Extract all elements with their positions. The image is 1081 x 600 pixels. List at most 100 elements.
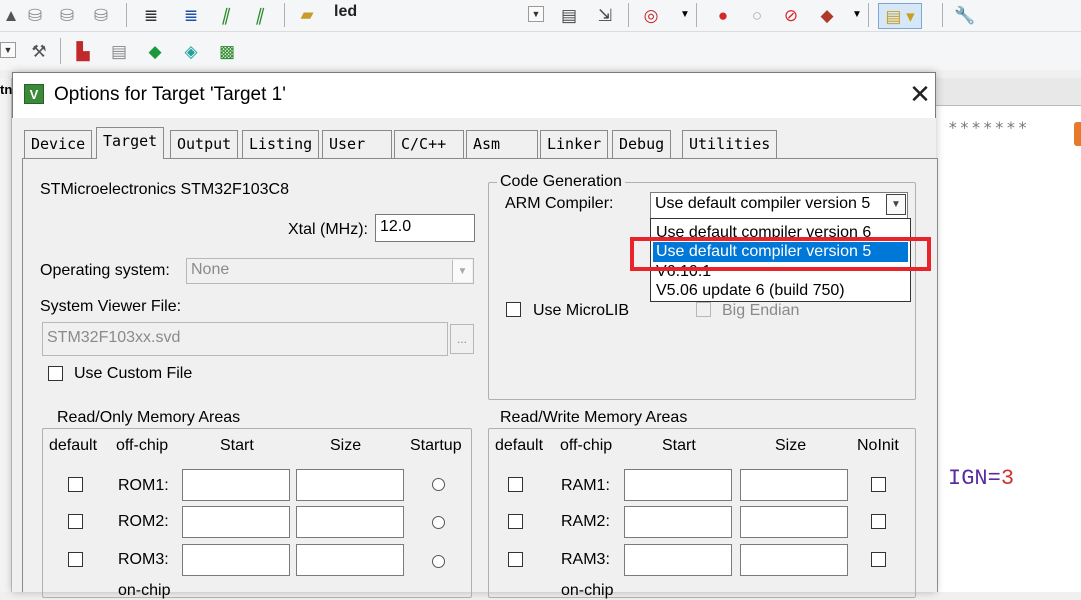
window-layout-button[interactable]: ▤ ▾ (878, 3, 922, 29)
pack-installer-icon[interactable]: ▤ (108, 40, 130, 62)
options-icon[interactable]: ⚒ (28, 40, 50, 62)
gem-icon[interactable]: ▩ (216, 40, 238, 62)
target-name: led (334, 3, 358, 20)
build-icon[interactable]: ⛁ (24, 4, 46, 26)
debug-icon[interactable]: ◎ (640, 4, 662, 26)
ram1-size-input[interactable] (740, 469, 848, 501)
manage-icon[interactable]: ▙ (72, 40, 94, 62)
orange-marker (1074, 122, 1081, 146)
rom2-start-input[interactable] (182, 506, 290, 538)
translate-icon[interactable]: ▲ (0, 4, 22, 26)
debug-dropdown-arrow[interactable]: ▼ (674, 4, 696, 26)
tab-debug[interactable]: Debug (612, 130, 672, 158)
rom2-default-checkbox[interactable] (68, 514, 83, 529)
secondary-toolbar: ▼ ⚒ ▙ ▤ ◆ ◈ ▩ (0, 32, 1081, 70)
editor-tab-bar (935, 78, 1081, 106)
rom3-startup-radio[interactable] (432, 555, 445, 568)
ram2-default-checkbox[interactable] (508, 514, 523, 529)
big-endian-checkbox[interactable] (696, 302, 711, 317)
comment-icon[interactable]: ∥ (214, 4, 236, 26)
breakpoint-dropdown-arrow[interactable]: ▼ (846, 4, 868, 26)
rw-header-default: default (495, 437, 544, 454)
ro-header-default: default (49, 437, 98, 454)
dropdown-option[interactable]: V5.06 update 6 (build 750) (653, 281, 908, 301)
code-generation-title: Code Generation (497, 173, 625, 191)
secondary-dropdown-arrow[interactable]: ▼ (0, 42, 16, 58)
toolbar-divider (126, 3, 127, 27)
arm-compiler-label: ARM Compiler: (505, 195, 614, 212)
tab-linker[interactable]: Linker (540, 130, 609, 158)
disable-breakpoint-icon[interactable]: ○ (746, 4, 768, 26)
target-dropdown-arrow[interactable]: ▼ (528, 6, 544, 22)
tab-asm[interactable]: Asm (466, 130, 538, 158)
tab-utilities[interactable]: Utilities (682, 130, 778, 158)
ro-header-offchip: off-chip (116, 437, 169, 454)
sysviewer-label: System Viewer File: (40, 298, 182, 315)
rom3-label: ROM3: (118, 551, 169, 568)
rom2-size-input[interactable] (296, 506, 404, 538)
toolbar-divider (696, 3, 697, 27)
ram1-default-checkbox[interactable] (508, 477, 523, 492)
browse-button[interactable]: ... (450, 324, 474, 354)
tab-target[interactable]: Target (96, 127, 165, 159)
arm-compiler-select[interactable]: Use default compiler version 5 ▼ (650, 192, 908, 219)
os-select-value: None (191, 261, 230, 278)
arm-compiler-value: Use default compiler version 5 (655, 195, 871, 212)
tab-device[interactable]: Device (24, 130, 93, 158)
use-microlib-checkbox[interactable] (506, 302, 521, 317)
clear-breakpoints-icon[interactable]: ⊘ (780, 4, 802, 26)
rom3-size-input[interactable] (296, 544, 404, 576)
rom1-default-checkbox[interactable] (68, 477, 83, 492)
ro-header-size: Size (330, 437, 362, 454)
tab-listing[interactable]: Listing (242, 130, 320, 158)
chevron-down-icon[interactable]: ▼ (452, 260, 472, 282)
uncomment-icon[interactable]: ∥ (248, 4, 270, 26)
ram2-size-input[interactable] (740, 506, 848, 538)
unindent-icon[interactable]: ≣ (180, 4, 202, 26)
rebuild-icon[interactable]: ⛁ (56, 4, 78, 26)
rw-header-noinit: NoInit (857, 437, 899, 454)
ro-header-startup: Startup (410, 437, 462, 454)
rom1-startup-radio[interactable] (432, 478, 445, 491)
breakpoint-icon[interactable]: ● (712, 4, 734, 26)
indent-icon[interactable]: ≣ (140, 4, 162, 26)
os-select[interactable]: None ▼ (186, 258, 474, 284)
red-annotation-box (630, 237, 931, 271)
ram2-start-input[interactable] (624, 506, 732, 538)
close-icon[interactable]: ✕ (906, 82, 934, 110)
configure-icon[interactable]: 🔧 (954, 4, 976, 26)
use-custom-file-label: Use Custom File (74, 365, 193, 382)
ram1-start-input[interactable] (624, 469, 732, 501)
rom3-default-checkbox[interactable] (68, 552, 83, 567)
use-custom-file-checkbox[interactable] (48, 366, 63, 381)
tab-output[interactable]: Output (170, 130, 239, 158)
options-for-target-icon[interactable]: ▤ (558, 4, 580, 26)
device-name: STMicroelectronics STM32F103C8 (40, 181, 289, 198)
chevron-down-icon[interactable]: ▼ (886, 194, 906, 215)
ro-memory-title: Read/Only Memory Areas (54, 409, 244, 427)
use-microlib-label: Use MicroLIB (533, 302, 630, 319)
tab-user[interactable]: User (322, 130, 392, 158)
xtal-input[interactable]: 12.0 (375, 214, 475, 242)
ram1-noinit-checkbox[interactable] (871, 477, 886, 492)
diamond-icon[interactable]: ◈ (180, 40, 202, 62)
kill-breakpoints-icon[interactable]: ◆ (816, 4, 838, 26)
ram3-noinit-checkbox[interactable] (871, 552, 886, 567)
ram3-default-checkbox[interactable] (508, 552, 523, 567)
component-icon[interactable]: ◆ (144, 40, 166, 62)
rom1-size-input[interactable] (296, 469, 404, 501)
ram3-start-input[interactable] (624, 544, 732, 576)
code-editor[interactable] (935, 78, 1081, 592)
ro-onchip-label: on-chip (118, 582, 171, 599)
batch-build-icon[interactable]: ⛁ (90, 4, 112, 26)
load-icon[interactable]: ▰ (296, 3, 318, 25)
ram2-noinit-checkbox[interactable] (871, 514, 886, 529)
sysviewer-input[interactable]: STM32F103xx.svd (42, 322, 448, 356)
rom2-startup-radio[interactable] (432, 516, 445, 529)
ro-header-start: Start (220, 437, 254, 454)
download-icon[interactable]: ⇲ (594, 4, 616, 26)
rom1-start-input[interactable] (182, 469, 290, 501)
ram3-size-input[interactable] (740, 544, 848, 576)
tab-cc[interactable]: C/C++ (394, 130, 464, 158)
rom3-start-input[interactable] (182, 544, 290, 576)
